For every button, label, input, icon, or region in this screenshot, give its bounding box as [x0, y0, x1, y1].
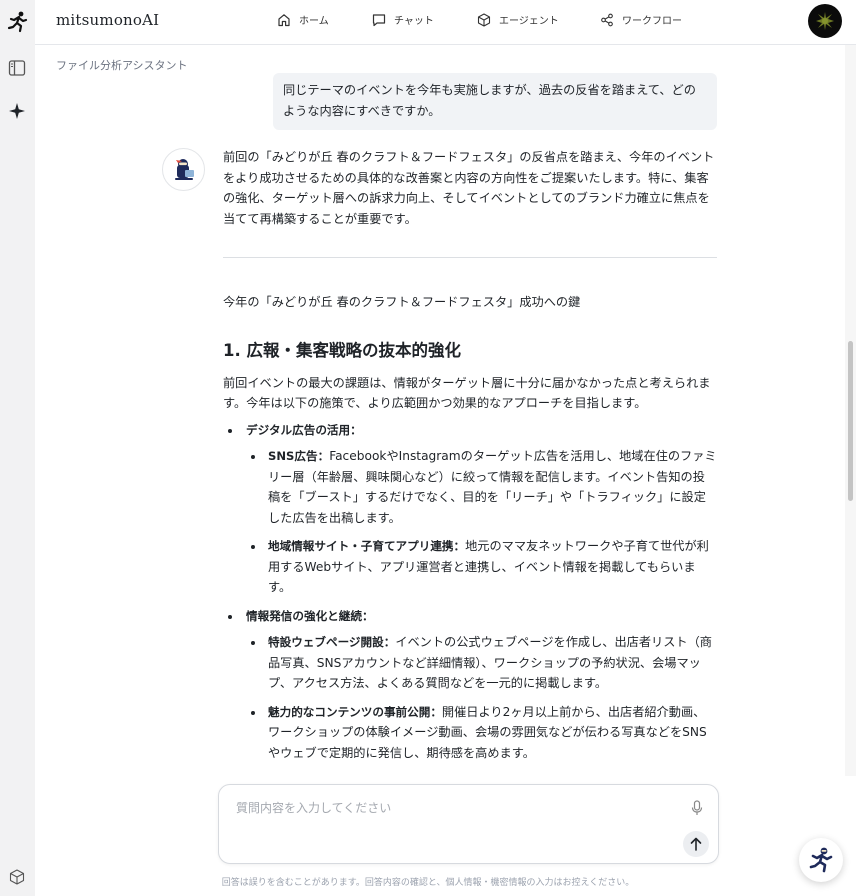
- group-title: デジタル広告の活用：: [246, 422, 362, 437]
- left-rail: [0, 0, 35, 896]
- disclaimer-text: 回答は誤りを含むことがあります。回答内容の確認と、個人情報・機密情報の入力はお控…: [221, 878, 635, 888]
- item-text: FacebookやInstagramのターゲット広告を活用し、地域在住のファミリ…: [268, 449, 717, 525]
- microphone-icon: [691, 800, 703, 815]
- user-avatar[interactable]: [808, 4, 842, 38]
- nav-agent-label: エージェント: [499, 16, 559, 27]
- sub-list: 特設ウェブページ開設：イベントの公式ウェブページを作成し、出店者リスト（商品写真…: [246, 632, 717, 763]
- item-label: 地域情報サイト・子育てアプリ連携：: [268, 539, 466, 553]
- user-message-bubble: 同じテーマのイベントを今年も実施しますが、過去の反省を踏まえて、どのような内容に…: [273, 73, 717, 130]
- cube-icon: [477, 12, 491, 27]
- item-label: 特設ウェブページ開設：: [268, 635, 396, 649]
- section-heading: 1. 広報・集客戦略の抜本的強化: [223, 340, 461, 360]
- scrollbar[interactable]: [845, 45, 856, 776]
- scrollbar-thumb[interactable]: [848, 341, 853, 501]
- ninja-runner-icon: [809, 847, 833, 873]
- assistant-avatar: [162, 148, 205, 191]
- ninja-mascot-icon: [174, 158, 194, 180]
- response-subtitle: 今年の「みどりが丘 春のクラフト＆フードフェスタ」成功への鍵: [223, 295, 581, 309]
- share-icon: [601, 13, 613, 26]
- list-item: 地域情報サイト・子育てアプリ連携：地元のママ友ネットワークや子育て世代が利用する…: [246, 536, 717, 598]
- item-label: 魅力的なコンテンツの事前公開：: [268, 704, 442, 719]
- nav-workflow[interactable]: ワークフロー: [600, 12, 682, 27]
- nav-chat-label: チャット: [394, 16, 434, 27]
- strategy-list: デジタル広告の活用： SNS広告：FacebookやInstagramのターゲッ…: [223, 420, 717, 764]
- message-composer: [218, 784, 719, 864]
- item-label: SNS広告：: [268, 449, 330, 463]
- page-subtitle: ファイル分析アシスタント: [56, 59, 188, 72]
- list-item: SNS広告：FacebookやInstagramのターゲット広告を活用し、地域在…: [246, 446, 717, 528]
- nav-home[interactable]: ホーム: [277, 12, 329, 27]
- mascot-fab-button[interactable]: [799, 838, 843, 882]
- content-divider: [223, 257, 717, 258]
- list-item: デジタル広告の活用： SNS広告：FacebookやInstagramのターゲッ…: [223, 420, 717, 598]
- sparkle-icon[interactable]: [6, 100, 28, 122]
- message-input[interactable]: [236, 799, 676, 823]
- sub-list: SNS広告：FacebookやInstagramのターゲット広告を活用し、地域在…: [246, 446, 717, 598]
- send-button[interactable]: [683, 831, 709, 857]
- nav-agent[interactable]: エージェント: [477, 12, 559, 27]
- microphone-button[interactable]: [689, 799, 705, 817]
- brand-name[interactable]: mitsumonoAI: [56, 11, 159, 29]
- group-title: 情報発信の強化と継続：: [246, 608, 374, 623]
- chat-icon: [372, 13, 386, 26]
- top-header: mitsumonoAI ホーム チャット エージェント ワークフロー: [35, 0, 856, 45]
- list-item: 情報発信の強化と継続： 特設ウェブページ開設：イベントの公式ウェブページを作成し…: [223, 606, 717, 764]
- list-item: 魅力的なコンテンツの事前公開：開催日より2ヶ月以上前から、出店者紹介動画、ワーク…: [246, 702, 717, 764]
- sidebar-toggle-icon[interactable]: [6, 57, 28, 79]
- section-intro: 前回イベントの最大の課題は、情報がターゲット層に十分に届かなかった点と考えられま…: [223, 375, 711, 411]
- assistant-intro: 前回の「みどりが丘 春のクラフト＆フードフェスタ」の反省点を踏まえ、今年のイベン…: [223, 150, 715, 226]
- assistant-message: 前回の「みどりが丘 春のクラフト＆フードフェスタ」の反省点を踏まえ、今年のイベン…: [223, 147, 717, 771]
- runner-logo-icon[interactable]: [5, 10, 29, 34]
- nav-chat[interactable]: チャット: [372, 12, 434, 27]
- list-item: 特設ウェブページ開設：イベントの公式ウェブページを作成し、出店者リスト（商品写真…: [246, 632, 717, 694]
- nav-home-label: ホーム: [299, 16, 329, 27]
- nav-workflow-label: ワークフロー: [622, 16, 682, 27]
- arrow-up-icon: [690, 837, 702, 851]
- home-icon: [278, 13, 290, 26]
